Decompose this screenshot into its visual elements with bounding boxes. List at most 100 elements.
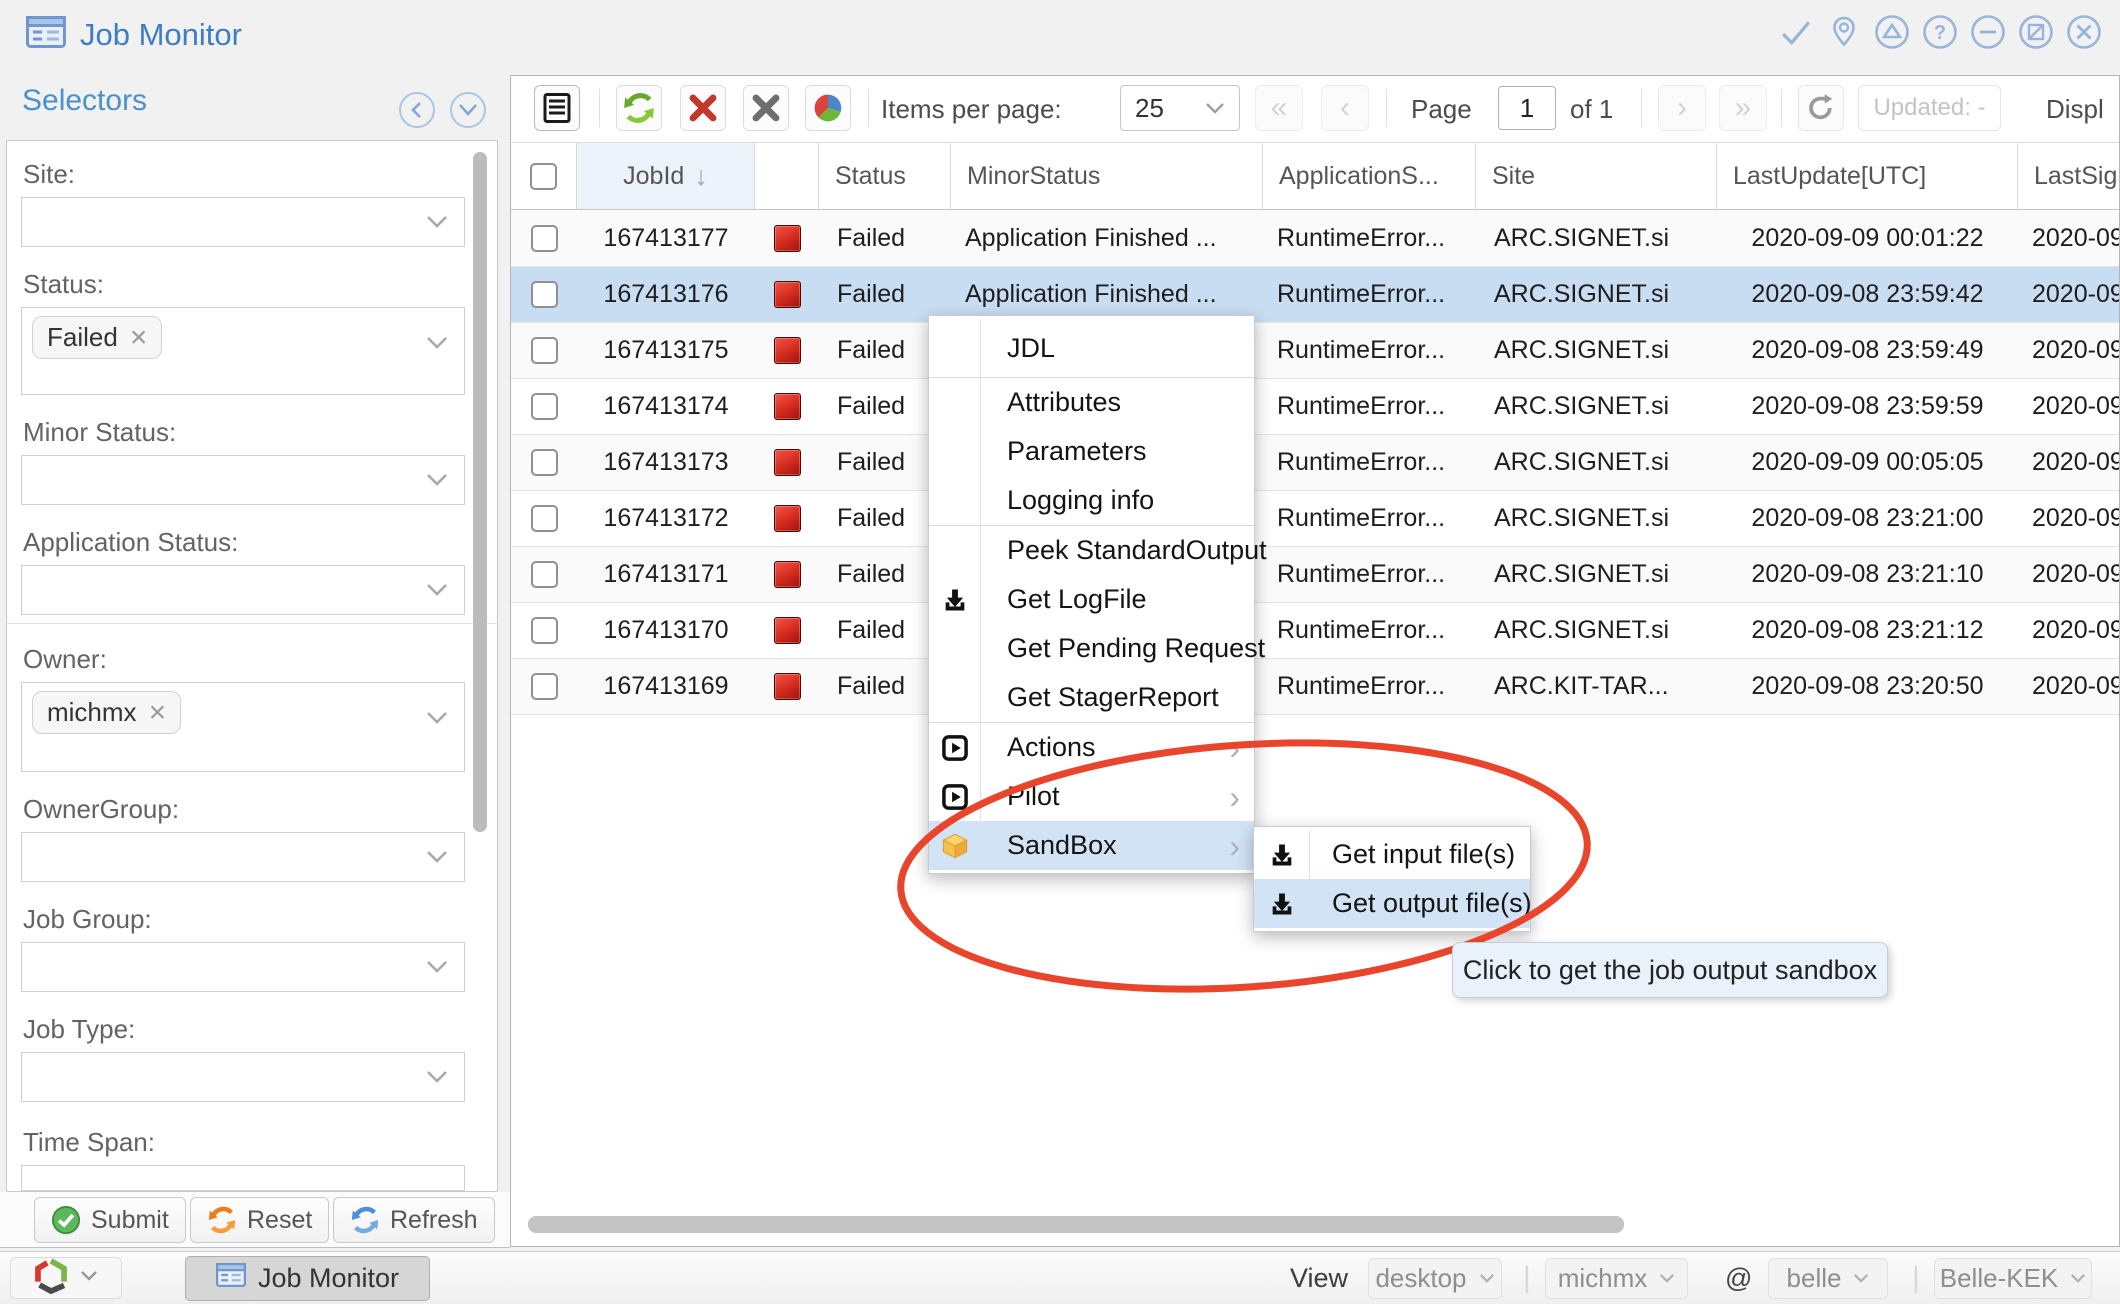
last-update-cell: 2020-09-08 23:59:49 (1717, 323, 2018, 378)
row-checkbox[interactable] (531, 505, 558, 532)
taskbar-job-monitor-button[interactable]: Job Monitor (185, 1256, 430, 1301)
column-header-jobid[interactable]: JobId↓ (577, 143, 755, 209)
row-checkbox[interactable] (531, 673, 558, 700)
reset-button[interactable]: Reset (190, 1197, 329, 1243)
application-status-cell: RuntimeError... (1263, 323, 1476, 378)
field-select-application-status[interactable] (21, 565, 465, 615)
last-update-cell: 2020-09-09 00:05:05 (1717, 435, 2018, 490)
first-page-button[interactable]: « (1255, 85, 1303, 131)
table-row-167413174[interactable]: 167413174FailedApplication Finished ...R… (511, 379, 2120, 435)
last-update-cell: 2020-09-08 23:21:12 (1717, 603, 2018, 658)
row-checkbox[interactable] (531, 393, 558, 420)
minimize-circle-icon[interactable] (1970, 14, 2006, 50)
field-select-status[interactable]: Failed× (21, 307, 465, 395)
main-menu-button[interactable] (10, 1257, 122, 1299)
menu-item-actions[interactable]: Actions› (929, 723, 1254, 772)
column-header-minorstatus[interactable]: MinorStatus (951, 143, 1263, 209)
horizontal-scrollbar[interactable] (528, 1216, 1624, 1233)
collapse-circle-icon[interactable] (1874, 14, 1910, 50)
field-select-site[interactable] (21, 197, 465, 247)
column-header-site[interactable]: Site (1476, 143, 1717, 209)
help-circle-icon[interactable]: ? (1922, 14, 1958, 50)
check-icon[interactable] (1778, 14, 1814, 50)
menu-item-parameters[interactable]: Parameters (929, 427, 1254, 476)
sidebar-scrollbar[interactable] (473, 152, 487, 832)
clear-gray-button[interactable] (743, 85, 789, 131)
column-header-applications[interactable]: ApplicationS... (1263, 143, 1476, 209)
remove-tag-icon[interactable]: × (149, 703, 167, 723)
menu-item-pilot[interactable]: Pilot› (929, 772, 1254, 821)
group-select[interactable]: belle (1768, 1258, 1888, 1299)
field-select-time-span[interactable] (21, 1165, 465, 1191)
next-page-button[interactable]: › (1658, 85, 1706, 131)
submit-button[interactable]: Submit (34, 1197, 186, 1243)
svg-text:?: ? (1934, 22, 1946, 44)
row-checkbox[interactable] (531, 449, 558, 476)
row-checkbox[interactable] (531, 281, 558, 308)
row-checkbox[interactable] (531, 225, 558, 252)
table-row-167413173[interactable]: 167413173FailedApplication Finished ...R… (511, 435, 2120, 491)
table-row-167413171[interactable]: 167413171FailedApplication Finished ...R… (511, 547, 2120, 603)
row-checkbox[interactable] (531, 617, 558, 644)
field-select-ownergroup[interactable] (21, 832, 465, 882)
table-row-167413172[interactable]: 167413172FailedApplication Finished ...R… (511, 491, 2120, 547)
status-cell: Failed (819, 211, 951, 266)
restore-circle-icon[interactable] (2018, 14, 2054, 50)
menu-item-get-logfile[interactable]: Get LogFile (929, 575, 1254, 624)
menu-item-get-pending-request[interactable]: Get Pending Request (929, 624, 1254, 673)
table-row-167413177[interactable]: 167413177FailedApplication Finished ...R… (511, 211, 2120, 267)
column-header-lastsign[interactable]: LastSign (2018, 143, 2120, 209)
user-select[interactable]: michmx (1545, 1258, 1688, 1299)
updated-button[interactable]: Updated: - (1858, 85, 2001, 131)
column-header-status-icon[interactable] (755, 143, 819, 209)
menu-item-peek-standardoutput[interactable]: Peek StandardOutput (929, 526, 1254, 575)
last-sign-cell: 2020-09 (2018, 379, 2120, 434)
select-all-checkbox[interactable] (511, 143, 577, 209)
prev-page-button[interactable]: ‹ (1321, 85, 1369, 131)
setup-select[interactable]: Belle-KEK (1934, 1258, 2092, 1299)
checkbox-cell (755, 211, 819, 266)
page-number-input[interactable]: 1 (1498, 86, 1556, 130)
statistics-pie-button[interactable] (805, 85, 851, 131)
table-row-167413175[interactable]: 167413175FailedApplication Finished ...R… (511, 323, 2120, 379)
close-circle-icon[interactable] (2066, 14, 2102, 50)
field-select-owner[interactable]: michmx× (21, 682, 465, 772)
submenu-item-get-input-file-s[interactable]: Get input file(s) (1254, 830, 1530, 879)
panel-menu-button[interactable] (450, 92, 486, 128)
menu-item-get-stagerreport[interactable]: Get StagerReport (929, 673, 1254, 722)
table-row-167413169[interactable]: 167413169FailedApplication Finished ...R… (511, 659, 2120, 715)
site-cell: ARC.SIGNET.si (1476, 491, 1717, 546)
field-select-job-group[interactable] (21, 942, 465, 992)
application-status-cell: RuntimeError... (1263, 491, 1476, 546)
row-checkbox[interactable] (531, 337, 558, 364)
collapse-panel-button[interactable] (399, 92, 435, 128)
field-select-minor-status[interactable] (21, 455, 465, 505)
jobid-cell: 167413171 (577, 547, 755, 602)
reload-button[interactable] (1798, 85, 1844, 131)
status-failed-icon (774, 393, 801, 420)
view-select[interactable]: desktop (1368, 1258, 1502, 1299)
download-icon (929, 575, 981, 624)
row-checkbox[interactable] (531, 561, 558, 588)
items-per-page-select[interactable]: 25 (1120, 85, 1240, 131)
field-label-job-group: Job Group: (23, 904, 152, 935)
table-row-167413170[interactable]: 167413170FailedApplication Finished ...R… (511, 603, 2120, 659)
table-row-167413176[interactable]: 167413176FailedApplication Finished ...R… (511, 267, 2120, 323)
column-header-lastupdate-utc[interactable]: LastUpdate[UTC] (1717, 143, 2018, 209)
checkbox-cell (511, 323, 577, 378)
last-page-button[interactable]: » (1719, 85, 1767, 131)
menu-item-jdl[interactable]: JDL (929, 319, 1254, 377)
refresh-button[interactable]: Refresh (333, 1197, 495, 1243)
refresh-grid-button[interactable] (616, 85, 662, 131)
menu-item-logging-info[interactable]: Logging info (929, 476, 1254, 525)
reset-red-button[interactable] (680, 85, 726, 131)
tooltip: Click to get the job output sandbox (1452, 942, 1888, 998)
menu-item-sandbox[interactable]: SandBox› (929, 821, 1254, 870)
remove-tag-icon[interactable]: × (130, 328, 148, 348)
field-select-job-type[interactable] (21, 1052, 465, 1102)
column-header-status[interactable]: Status (819, 143, 951, 209)
menu-button[interactable] (534, 85, 580, 131)
pin-icon[interactable] (1826, 14, 1862, 50)
submenu-item-get-output-file-s[interactable]: Get output file(s) (1254, 879, 1530, 928)
menu-item-attributes[interactable]: Attributes (929, 378, 1254, 427)
